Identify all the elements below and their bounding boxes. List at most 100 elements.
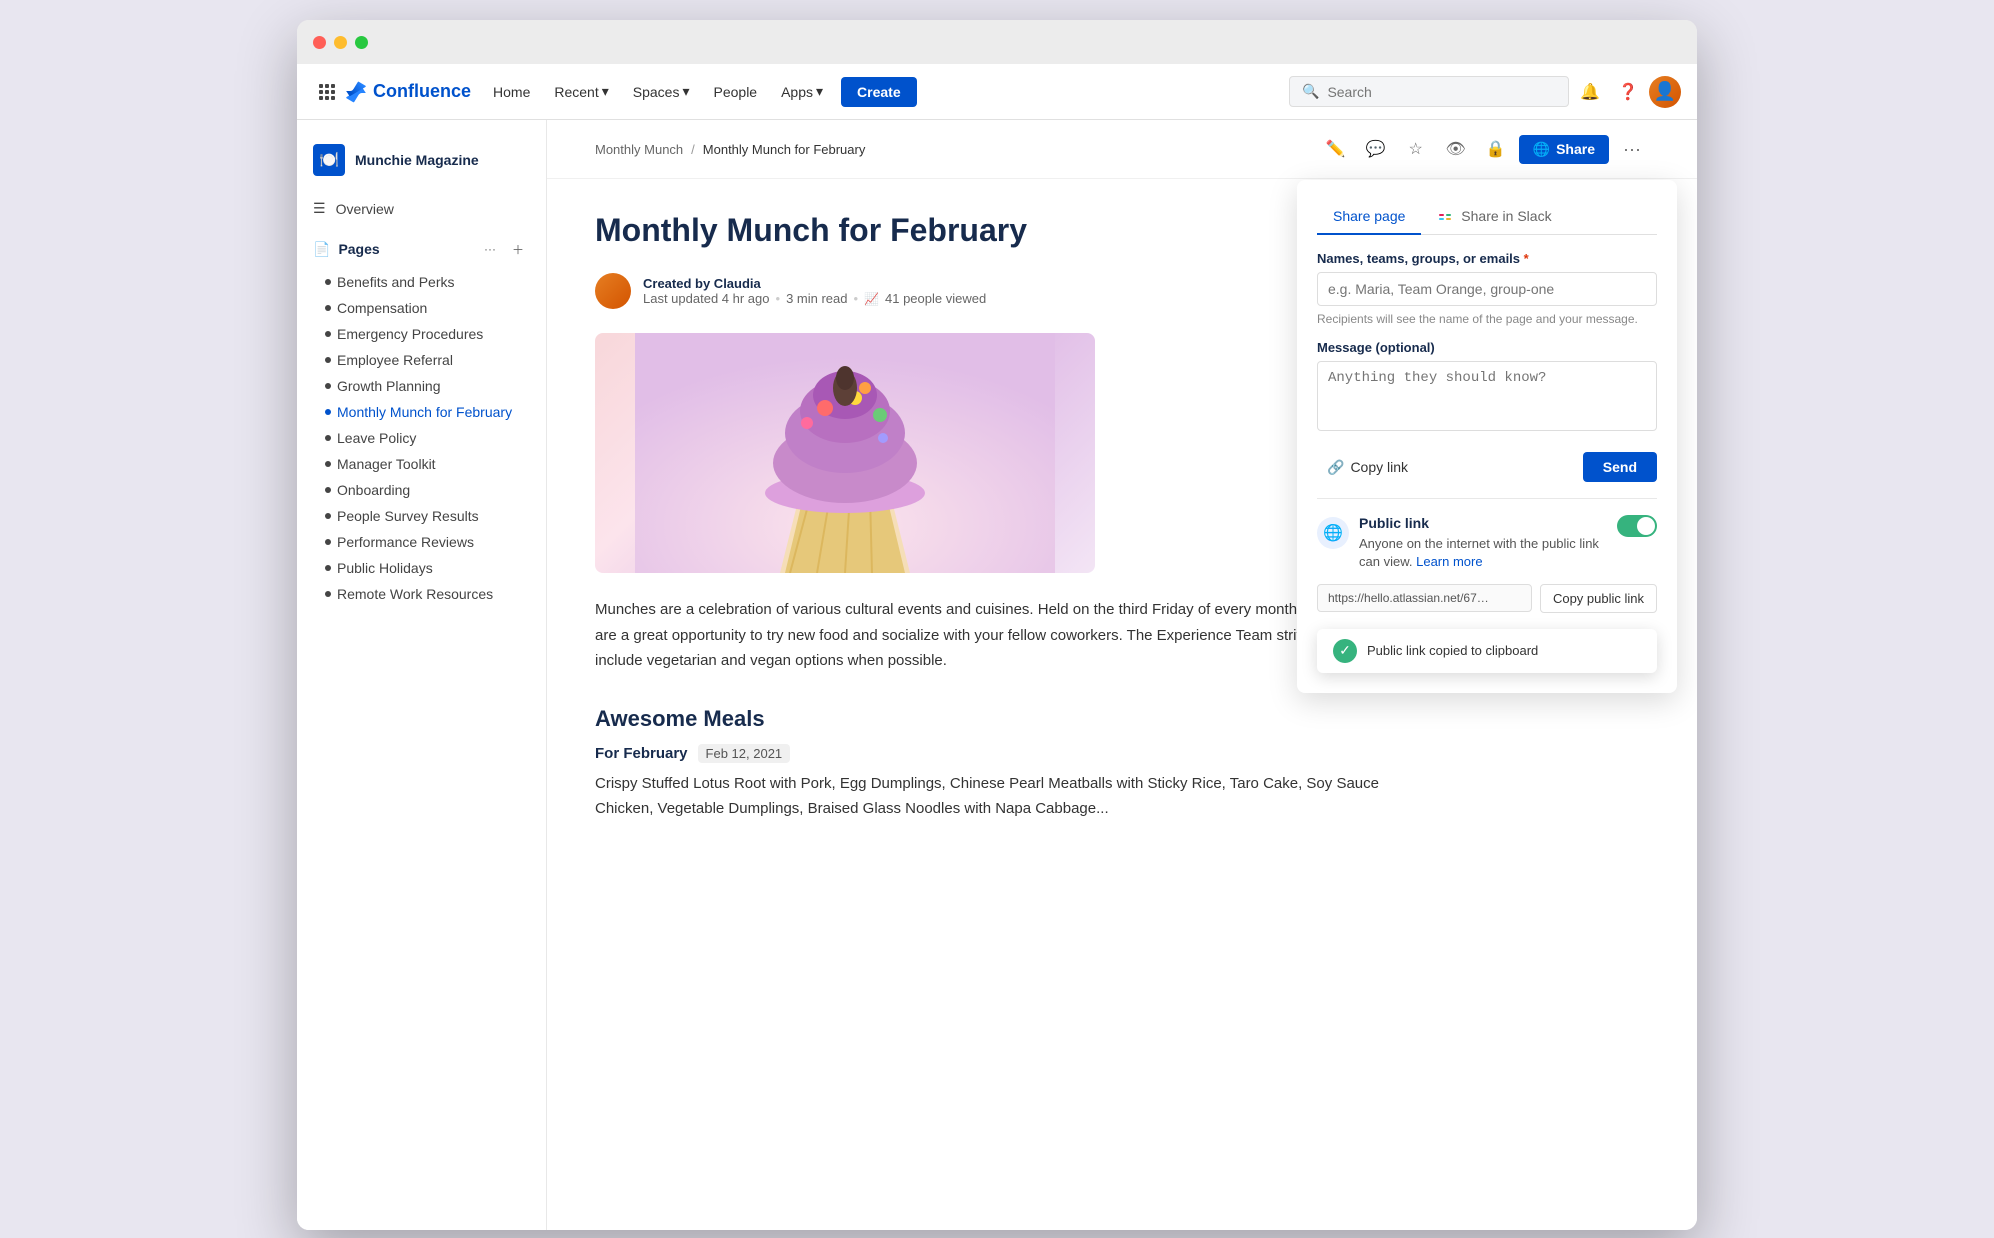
chevron-down-icon: ▾	[682, 83, 689, 100]
star-button[interactable]: ☆	[1399, 132, 1433, 166]
more-options-button[interactable]: ···	[1615, 132, 1649, 166]
send-button[interactable]: Send	[1583, 452, 1657, 482]
nav-dot	[325, 383, 331, 389]
copy-public-link-button[interactable]: Copy public link	[1540, 584, 1657, 613]
nav-dot	[325, 305, 331, 311]
chevron-down-icon: ▾	[816, 83, 823, 100]
sub-label-text: For February	[595, 745, 688, 762]
share-actions-row: 🔗 Copy link Send	[1317, 452, 1657, 482]
watch-button[interactable]: 👁	[1439, 132, 1473, 166]
nav-dot	[325, 409, 331, 415]
more-icon: ···	[1623, 139, 1641, 160]
sidebar-nav-list: Benefits and PerksCompensationEmergency …	[297, 269, 546, 607]
sidebar-nav-item[interactable]: Performance Reviews	[297, 529, 546, 555]
tab-share-slack[interactable]: Share in Slack	[1421, 200, 1567, 235]
author-meta: Last updated 4 hr ago • 3 min read • 📈 4…	[643, 291, 986, 306]
page-content: Monthly Munch for February Created by Cl…	[547, 179, 1427, 886]
chevron-down-icon: ▾	[602, 83, 609, 100]
sidebar-nav-item[interactable]: Remote Work Resources	[297, 581, 546, 607]
learn-more-link[interactable]: Learn more	[1416, 554, 1482, 569]
sidebar-overview[interactable]: ☰ Overview	[297, 192, 546, 233]
required-asterisk: *	[1524, 251, 1529, 266]
nav-dot	[325, 461, 331, 467]
minimize-button[interactable]	[334, 36, 347, 49]
sidebar-nav-item[interactable]: Growth Planning	[297, 373, 546, 399]
tab-share-page[interactable]: Share page	[1317, 200, 1421, 235]
pages-more-button[interactable]: ···	[478, 237, 502, 261]
confluence-logo[interactable]: Confluence	[345, 81, 471, 103]
breadcrumb-parent[interactable]: Monthly Munch	[595, 142, 683, 157]
search-icon: 🔍	[1302, 83, 1319, 100]
sidebar-nav-item[interactable]: Monthly Munch for February	[297, 399, 546, 425]
slack-icon	[1437, 208, 1457, 224]
nav-dot	[325, 539, 331, 545]
edit-button[interactable]: ✏️	[1319, 132, 1353, 166]
nav-recent[interactable]: Recent ▾	[544, 77, 618, 106]
restrict-button[interactable]: 🔒	[1479, 132, 1513, 166]
sidebar-nav-item[interactable]: Compensation	[297, 295, 546, 321]
read-time: 3 min read	[786, 291, 847, 306]
author-name: Created by Claudia	[643, 276, 986, 291]
nav-dot	[325, 591, 331, 597]
sidebar-nav-item[interactable]: People Survey Results	[297, 503, 546, 529]
sidebar-nav-item[interactable]: Leave Policy	[297, 425, 546, 451]
top-navigation: Confluence Home Recent ▾ Spaces ▾ People…	[297, 64, 1697, 120]
public-link-info: Public link Anyone on the internet with …	[1359, 515, 1607, 571]
space-icon: 🍽️	[313, 144, 345, 176]
sidebar-nav-item[interactable]: Manager Toolkit	[297, 451, 546, 477]
grid-icon[interactable]	[313, 78, 341, 106]
nav-apps[interactable]: Apps ▾	[771, 77, 833, 106]
nav-dot	[325, 331, 331, 337]
copy-link-button[interactable]: 🔗 Copy link	[1317, 453, 1418, 482]
app-window: Confluence Home Recent ▾ Spaces ▾ People…	[297, 20, 1697, 1230]
breadcrumb-bar: Monthly Munch / Monthly Munch for Februa…	[547, 120, 1697, 179]
success-icon: ✓	[1333, 639, 1357, 663]
sidebar-nav-item[interactable]: Onboarding	[297, 477, 546, 503]
public-url-row: https://hello.atlassian.net/67… Copy pub…	[1317, 584, 1657, 613]
sub-label-row: For February Feb 12, 2021	[595, 744, 1379, 763]
sidebar-nav-item[interactable]: Public Holidays	[297, 555, 546, 581]
toolbar-actions: ✏️ 💬 ☆ 👁 🔒 🌐 S	[1319, 132, 1649, 166]
public-link-title: Public link	[1359, 515, 1607, 531]
notifications-button[interactable]: 🔔	[1573, 75, 1607, 109]
space-header[interactable]: 🍽️ Munchie Magazine	[297, 136, 546, 184]
fullscreen-button[interactable]	[355, 36, 368, 49]
watch-icon: 👁	[1445, 139, 1465, 159]
message-textarea[interactable]	[1317, 361, 1657, 431]
names-hint: Recipients will see the name of the page…	[1317, 312, 1657, 326]
author-avatar	[595, 273, 631, 309]
success-toast: ✓ Public link copied to clipboard	[1317, 629, 1657, 673]
public-link-row: 🌐 Public link Anyone on the internet wit…	[1317, 515, 1657, 571]
nav-dot	[325, 435, 331, 441]
title-bar	[297, 20, 1697, 64]
comment-button[interactable]: 💬	[1359, 132, 1393, 166]
public-link-desc: Anyone on the internet with the public l…	[1359, 535, 1607, 571]
nav-dot	[325, 513, 331, 519]
help-button[interactable]: ❓	[1611, 75, 1645, 109]
create-button[interactable]: Create	[841, 77, 917, 107]
sidebar: 🍽️ Munchie Magazine ☰ Overview 📄 Pages ·…	[297, 120, 547, 1230]
public-link-toggle[interactable]	[1617, 515, 1657, 537]
sidebar-nav-item[interactable]: Emergency Procedures	[297, 321, 546, 347]
comment-icon: 💬	[1366, 139, 1386, 159]
help-icon: ❓	[1618, 82, 1638, 102]
main-layout: 🍽️ Munchie Magazine ☰ Overview 📄 Pages ·…	[297, 120, 1697, 1230]
search-bar[interactable]: 🔍	[1289, 76, 1569, 107]
author-info: Created by Claudia Last updated 4 hr ago…	[643, 276, 986, 306]
names-input[interactable]	[1317, 272, 1657, 306]
sidebar-nav-item[interactable]: Benefits and Perks	[297, 269, 546, 295]
sidebar-nav-item[interactable]: Employee Referral	[297, 347, 546, 373]
nav-people[interactable]: People	[704, 78, 768, 106]
section-awesome-meals: Awesome Meals	[595, 706, 1379, 732]
search-input[interactable]	[1327, 84, 1556, 100]
share-button[interactable]: 🌐 Share	[1519, 135, 1609, 164]
share-tabs: Share page Share in Slack	[1317, 200, 1657, 235]
updated-text: Last updated 4 hr ago	[643, 291, 770, 306]
views-icon: 📈	[864, 292, 879, 306]
nav-home[interactable]: Home	[483, 78, 540, 106]
breadcrumb-current: Monthly Munch for February	[703, 142, 866, 157]
close-button[interactable]	[313, 36, 326, 49]
pages-add-button[interactable]: ＋	[506, 237, 530, 261]
user-avatar[interactable]: 👤	[1649, 76, 1681, 108]
nav-spaces[interactable]: Spaces ▾	[623, 77, 700, 106]
